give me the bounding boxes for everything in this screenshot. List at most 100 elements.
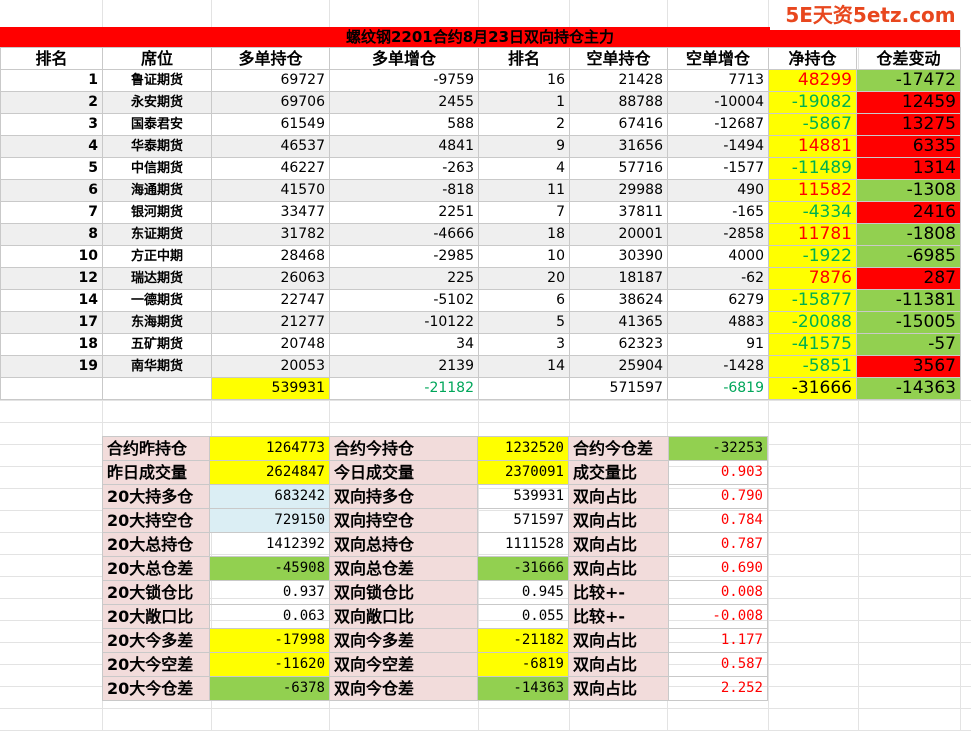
short-cell[interactable]: 31656 — [569, 135, 668, 158]
short-change-cell[interactable]: -1428 — [667, 355, 769, 378]
summary-label[interactable]: 双向占比 — [568, 484, 669, 509]
summary-value[interactable]: 0.063 — [209, 604, 330, 629]
short-cell[interactable]: 25904 — [569, 355, 668, 378]
diff-cell[interactable]: -17472 — [856, 69, 961, 92]
short-rank-cell[interactable]: 14 — [478, 355, 570, 378]
summary-label[interactable]: 比较+- — [568, 604, 669, 629]
long-cell[interactable]: 21277 — [211, 311, 330, 334]
seat-cell[interactable]: 一德期货 — [102, 289, 212, 312]
summary-value[interactable]: -11620 — [209, 652, 330, 677]
short-cell[interactable]: 62323 — [569, 333, 668, 356]
long-change-cell[interactable]: 2455 — [329, 91, 479, 114]
short-rank-cell[interactable]: 9 — [478, 135, 570, 158]
short-change-cell[interactable]: 7713 — [667, 69, 769, 92]
long-cell[interactable]: 69727 — [211, 69, 330, 92]
net-cell[interactable]: -11489 — [768, 157, 857, 180]
summary-value[interactable]: 1111528 — [477, 532, 569, 557]
short-cell[interactable]: 37811 — [569, 201, 668, 224]
summary-label[interactable]: 20大今仓差 — [102, 676, 210, 701]
rank-cell[interactable]: 8 — [0, 223, 103, 246]
long-change-cell[interactable]: 2139 — [329, 355, 479, 378]
net-cell[interactable]: -1922 — [768, 245, 857, 268]
short-cell[interactable]: 20001 — [569, 223, 668, 246]
summary-label[interactable]: 20大敞口比 — [102, 604, 210, 629]
header-diff[interactable]: 仓差变动 — [856, 47, 961, 70]
summary-label[interactable]: 合约昨持仓 — [102, 436, 210, 461]
summary-value[interactable]: 1.177 — [668, 628, 768, 653]
summary-label[interactable]: 双向今多差 — [329, 628, 478, 653]
long-change-cell[interactable]: -9759 — [329, 69, 479, 92]
summary-label[interactable]: 20大持空仓 — [102, 508, 210, 533]
rank-cell[interactable]: 6 — [0, 179, 103, 202]
summary-value[interactable]: 729150 — [209, 508, 330, 533]
short-rank-cell[interactable]: 7 — [478, 201, 570, 224]
total-net[interactable]: -31666 — [768, 377, 857, 400]
net-cell[interactable]: -19082 — [768, 91, 857, 114]
seat-cell[interactable]: 银河期货 — [102, 201, 212, 224]
diff-cell[interactable]: 3567 — [856, 355, 961, 378]
seat-cell[interactable]: 瑞达期货 — [102, 267, 212, 290]
rank-cell[interactable]: 14 — [0, 289, 103, 312]
long-cell[interactable]: 20053 — [211, 355, 330, 378]
summary-label[interactable]: 20大今空差 — [102, 652, 210, 677]
summary-value[interactable]: -45908 — [209, 556, 330, 581]
summary-label[interactable]: 双向占比 — [568, 652, 669, 677]
summary-label[interactable]: 20大锁仓比 — [102, 580, 210, 605]
long-change-cell[interactable]: 588 — [329, 113, 479, 136]
summary-label[interactable]: 双向占比 — [568, 676, 669, 701]
diff-cell[interactable]: -57 — [856, 333, 961, 356]
summary-value[interactable]: 1232520 — [477, 436, 569, 461]
diff-cell[interactable]: -1308 — [856, 179, 961, 202]
rank-cell[interactable]: 4 — [0, 135, 103, 158]
diff-cell[interactable]: -15005 — [856, 311, 961, 334]
summary-value[interactable]: 2370091 — [477, 460, 569, 485]
diff-cell[interactable]: 2416 — [856, 201, 961, 224]
long-cell[interactable]: 69706 — [211, 91, 330, 114]
summary-label[interactable]: 今日成交量 — [329, 460, 478, 485]
short-cell[interactable]: 18187 — [569, 267, 668, 290]
summary-label[interactable]: 双向占比 — [568, 556, 669, 581]
summary-label[interactable]: 20大持多仓 — [102, 484, 210, 509]
summary-label[interactable]: 20大总仓差 — [102, 556, 210, 581]
summary-label[interactable]: 双向持空仓 — [329, 508, 478, 533]
seat-cell[interactable]: 国泰君安 — [102, 113, 212, 136]
total-long[interactable]: 539931 — [211, 377, 330, 400]
long-change-cell[interactable]: 4841 — [329, 135, 479, 158]
rank-cell[interactable]: 18 — [0, 333, 103, 356]
total-blank[interactable] — [0, 377, 103, 400]
summary-value[interactable]: 0.784 — [668, 508, 768, 533]
diff-cell[interactable]: -6985 — [856, 245, 961, 268]
summary-label[interactable]: 双向敞口比 — [329, 604, 478, 629]
seat-cell[interactable]: 东证期货 — [102, 223, 212, 246]
summary-value[interactable]: -31666 — [477, 556, 569, 581]
short-change-cell[interactable]: -2858 — [667, 223, 769, 246]
summary-value[interactable]: -0.008 — [668, 604, 768, 629]
net-cell[interactable]: -20088 — [768, 311, 857, 334]
short-cell[interactable]: 41365 — [569, 311, 668, 334]
short-change-cell[interactable]: -1577 — [667, 157, 769, 180]
long-change-cell[interactable]: -4666 — [329, 223, 479, 246]
short-change-cell[interactable]: -1494 — [667, 135, 769, 158]
long-cell[interactable]: 46537 — [211, 135, 330, 158]
summary-value[interactable]: 1264773 — [209, 436, 330, 461]
summary-label[interactable]: 昨日成交量 — [102, 460, 210, 485]
long-cell[interactable]: 61549 — [211, 113, 330, 136]
summary-value[interactable]: -6819 — [477, 652, 569, 677]
summary-value[interactable]: 0.937 — [209, 580, 330, 605]
net-cell[interactable]: -15877 — [768, 289, 857, 312]
summary-value[interactable]: -17998 — [209, 628, 330, 653]
header-short[interactable]: 空单持仓 — [569, 47, 668, 70]
short-rank-cell[interactable]: 2 — [478, 113, 570, 136]
rank-cell[interactable]: 17 — [0, 311, 103, 334]
short-cell[interactable]: 88788 — [569, 91, 668, 114]
seat-cell[interactable]: 海通期货 — [102, 179, 212, 202]
short-rank-cell[interactable]: 11 — [478, 179, 570, 202]
short-cell[interactable]: 57716 — [569, 157, 668, 180]
summary-value[interactable]: -21182 — [477, 628, 569, 653]
rank-cell[interactable]: 7 — [0, 201, 103, 224]
net-cell[interactable]: 48299 — [768, 69, 857, 92]
header-short-change[interactable]: 空单增仓 — [667, 47, 769, 70]
summary-label[interactable]: 合约今持仓 — [329, 436, 478, 461]
total-blank[interactable] — [478, 377, 570, 400]
total-long-change[interactable]: -21182 — [329, 377, 479, 400]
